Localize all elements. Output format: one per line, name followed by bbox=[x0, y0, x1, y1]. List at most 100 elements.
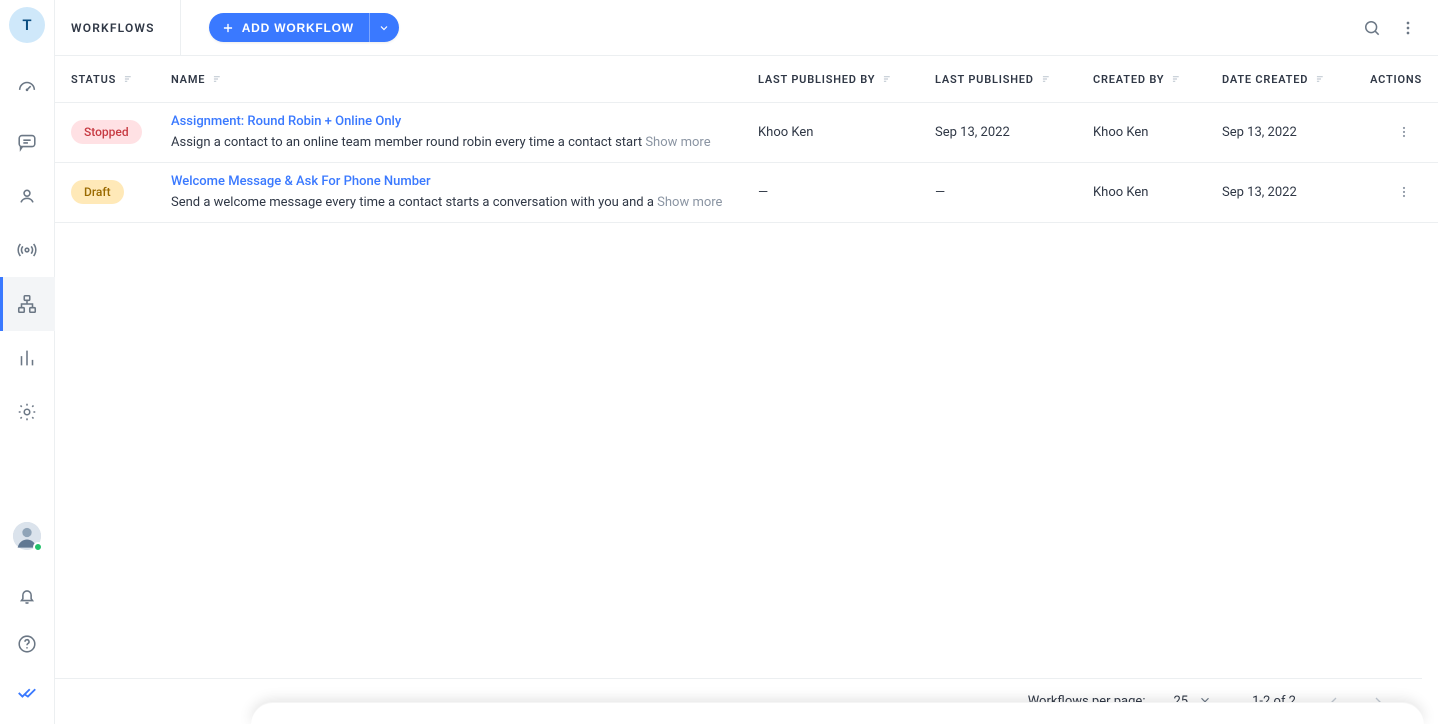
workflow-description: Assign a contact to an online team membe… bbox=[171, 134, 738, 152]
cell-created-by: Khoo Ken bbox=[1093, 125, 1222, 140]
cell-last-published-by: Khoo Ken bbox=[758, 125, 935, 140]
page-size-select[interactable]: 25 bbox=[1161, 689, 1220, 715]
table-body: Stopped Assignment: Round Robin + Online… bbox=[55, 103, 1438, 678]
topbar: WORKFLOWS ADD WORKFLOW bbox=[55, 0, 1438, 56]
status-badge: Draft bbox=[71, 180, 124, 204]
sort-icon bbox=[881, 72, 895, 86]
chevron-down-icon bbox=[1198, 693, 1212, 711]
nav-notifications[interactable] bbox=[0, 572, 55, 620]
nav-status[interactable] bbox=[0, 668, 55, 716]
bell-icon bbox=[16, 585, 38, 607]
gauge-icon bbox=[16, 77, 38, 99]
nav-help[interactable] bbox=[0, 620, 55, 668]
more-vertical-icon bbox=[1396, 124, 1412, 140]
sort-icon bbox=[1170, 72, 1184, 86]
workflow-icon bbox=[16, 293, 38, 315]
workspace-initial: T bbox=[22, 16, 31, 34]
th-status[interactable]: STATUS bbox=[71, 72, 171, 86]
sort-icon bbox=[1040, 72, 1054, 86]
cell-last-published-by: — bbox=[758, 185, 935, 200]
workflow-description: Send a welcome message every time a cont… bbox=[171, 194, 738, 212]
cell-name: Welcome Message & Ask For Phone Number S… bbox=[171, 173, 758, 211]
cell-name: Assignment: Round Robin + Online Only As… bbox=[171, 113, 758, 151]
more-vertical-icon bbox=[1398, 18, 1418, 38]
chat-icon bbox=[16, 131, 38, 153]
th-actions-label: ACTIONS bbox=[1370, 73, 1422, 86]
rail-items-bottom bbox=[0, 522, 55, 724]
gear-icon bbox=[16, 401, 38, 423]
cell-status: Draft bbox=[71, 180, 171, 204]
add-workflow-menu-button[interactable] bbox=[369, 13, 399, 42]
th-created-by-label: CREATED BY bbox=[1093, 73, 1164, 86]
search-button[interactable] bbox=[1354, 10, 1390, 46]
nav-workflows[interactable] bbox=[0, 277, 55, 331]
table-row: Stopped Assignment: Round Robin + Online… bbox=[55, 103, 1438, 163]
show-more-link[interactable]: Show more bbox=[657, 195, 722, 210]
workflow-title-link[interactable]: Assignment: Round Robin + Online Only bbox=[171, 113, 401, 131]
add-workflow-label: ADD WORKFLOW bbox=[242, 21, 354, 35]
cell-last-published: — bbox=[935, 185, 1093, 200]
next-page-button[interactable] bbox=[1360, 684, 1396, 720]
topbar-divider bbox=[180, 0, 181, 56]
th-last-published-by-label: LAST PUBLISHED BY bbox=[758, 73, 875, 86]
nav-inbox[interactable] bbox=[0, 115, 55, 169]
cell-date-created: Sep 13, 2022 bbox=[1222, 125, 1367, 140]
plus-icon bbox=[221, 21, 235, 35]
workflow-description-text: Assign a contact to an online team membe… bbox=[171, 135, 642, 150]
table-header: STATUS NAME LAST PUBLISHED BY LAST PUBLI… bbox=[55, 56, 1438, 103]
table-row: Draft Welcome Message & Ask For Phone Nu… bbox=[55, 163, 1438, 223]
chevron-left-icon bbox=[1326, 694, 1342, 710]
workflow-description-text: Send a welcome message every time a cont… bbox=[171, 195, 654, 210]
bar-chart-icon bbox=[16, 347, 38, 369]
cell-last-published: Sep 13, 2022 bbox=[935, 125, 1093, 140]
cell-status: Stopped bbox=[71, 120, 171, 144]
topbar-more-button[interactable] bbox=[1390, 10, 1426, 46]
status-badge: Stopped bbox=[71, 120, 142, 144]
pager bbox=[1316, 684, 1396, 720]
cell-actions bbox=[1367, 174, 1422, 210]
th-last-published-label: LAST PUBLISHED bbox=[935, 73, 1034, 86]
chevron-down-icon bbox=[378, 22, 390, 34]
nav-dashboard[interactable] bbox=[0, 61, 55, 115]
cell-actions bbox=[1367, 114, 1422, 150]
search-icon bbox=[1362, 18, 1382, 38]
cell-date-created: Sep 13, 2022 bbox=[1222, 185, 1367, 200]
per-page-label: Workflows per page: bbox=[1028, 694, 1146, 709]
sort-icon bbox=[122, 72, 136, 86]
th-actions: ACTIONS bbox=[1367, 73, 1422, 86]
page-title: WORKFLOWS bbox=[71, 21, 155, 35]
cell-created-by: Khoo Ken bbox=[1093, 185, 1222, 200]
workspace-switcher[interactable]: T bbox=[9, 7, 45, 43]
th-name[interactable]: NAME bbox=[171, 72, 758, 86]
show-more-link[interactable]: Show more bbox=[645, 135, 710, 150]
nav-contacts[interactable] bbox=[0, 169, 55, 223]
add-workflow-button[interactable]: ADD WORKFLOW bbox=[209, 13, 369, 42]
th-last-published-by[interactable]: LAST PUBLISHED BY bbox=[758, 72, 935, 86]
more-vertical-icon bbox=[1396, 184, 1412, 200]
workflow-title-link[interactable]: Welcome Message & Ask For Phone Number bbox=[171, 173, 431, 191]
broadcast-icon bbox=[16, 239, 38, 261]
nav-settings[interactable] bbox=[0, 385, 55, 439]
user-icon bbox=[16, 185, 38, 207]
nav-broadcast[interactable] bbox=[0, 223, 55, 277]
th-date-created-label: DATE CREATED bbox=[1222, 73, 1308, 86]
chevron-right-icon bbox=[1370, 694, 1386, 710]
th-date-created[interactable]: DATE CREATED bbox=[1222, 72, 1367, 86]
row-actions-button[interactable] bbox=[1386, 114, 1422, 150]
sort-icon bbox=[211, 72, 225, 86]
double-check-icon bbox=[16, 681, 38, 703]
presence-indicator bbox=[33, 542, 43, 552]
add-workflow-split-button: ADD WORKFLOW bbox=[209, 13, 399, 42]
left-nav-rail: T bbox=[0, 0, 55, 724]
rail-items-top bbox=[0, 61, 54, 439]
row-actions-button[interactable] bbox=[1386, 174, 1422, 210]
nav-reports[interactable] bbox=[0, 331, 55, 385]
current-user-avatar[interactable] bbox=[13, 522, 41, 550]
workflows-table: STATUS NAME LAST PUBLISHED BY LAST PUBLI… bbox=[55, 56, 1438, 724]
th-last-published[interactable]: LAST PUBLISHED bbox=[935, 72, 1093, 86]
th-status-label: STATUS bbox=[71, 73, 116, 86]
sort-icon bbox=[1314, 72, 1328, 86]
prev-page-button[interactable] bbox=[1316, 684, 1352, 720]
page-size-value: 25 bbox=[1173, 694, 1188, 709]
th-created-by[interactable]: CREATED BY bbox=[1093, 72, 1222, 86]
